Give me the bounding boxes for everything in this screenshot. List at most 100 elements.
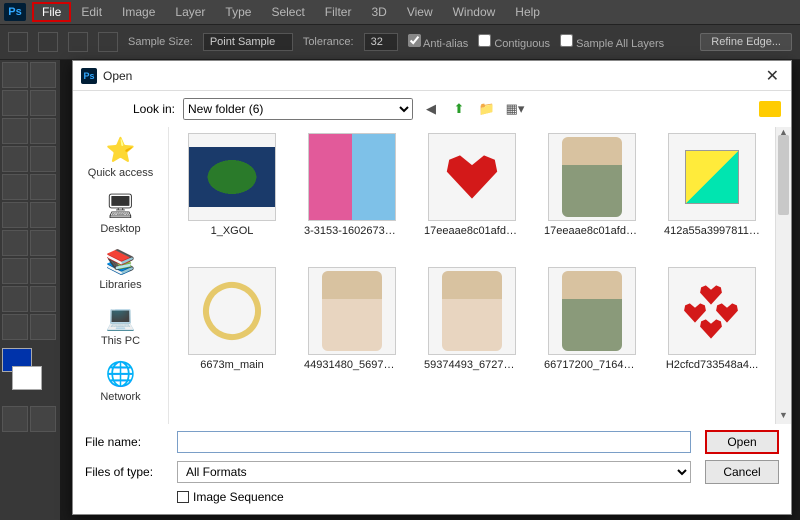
file-thumbnail [308, 267, 396, 355]
background-color[interactable] [12, 366, 42, 390]
file-thumbnail [668, 267, 756, 355]
ps-icon: Ps [81, 68, 97, 84]
pc-icon: 💻 [103, 303, 139, 333]
file-name: 44931480_569706... [304, 359, 400, 371]
tool-button[interactable] [30, 62, 56, 88]
sample-size-label: Sample Size: [128, 36, 193, 48]
tool-button[interactable] [30, 90, 56, 116]
tool-button[interactable] [2, 314, 28, 340]
file-item[interactable]: 66717200_716436... [535, 267, 649, 397]
file-item[interactable]: 17eeaae8c01afd2... [415, 133, 529, 263]
file-item[interactable]: 1_XGOL [175, 133, 289, 263]
up-icon[interactable]: ⬆ [449, 99, 469, 119]
place-libraries[interactable]: 📚Libraries [73, 243, 168, 295]
menu-image[interactable]: Image [112, 2, 165, 22]
file-thumbnail [188, 267, 276, 355]
menu-layer[interactable]: Layer [165, 2, 215, 22]
tool-button[interactable] [30, 202, 56, 228]
close-icon[interactable]: ✕ [762, 66, 783, 86]
tool-button[interactable] [2, 286, 28, 312]
tool-button[interactable] [30, 286, 56, 312]
menu-edit[interactable]: Edit [71, 2, 112, 22]
place-label: Desktop [100, 223, 140, 235]
file-item[interactable]: 44931480_569706... [295, 267, 409, 397]
menu-select[interactable]: Select [261, 2, 314, 22]
menu-view[interactable]: View [397, 2, 443, 22]
app-menubar: Ps FileEditImageLayerTypeSelectFilter3DV… [0, 0, 800, 24]
tool-button[interactable] [2, 174, 28, 200]
open-button[interactable]: Open [705, 430, 779, 454]
menu-3d[interactable]: 3D [361, 2, 396, 22]
lookin-row: Look in: New folder (6) ◀ ⬆ 📁 ▦▾ [73, 91, 791, 127]
filename-label: File name: [85, 435, 177, 449]
filetype-select[interactable]: All Formats [177, 461, 691, 483]
tool-button[interactable] [30, 146, 56, 172]
place-quick-access[interactable]: ⭐Quick access [73, 131, 168, 183]
menu-window[interactable]: Window [443, 2, 506, 22]
refine-edge-button[interactable]: Refine Edge... [700, 33, 792, 51]
sample-all-checkbox[interactable]: Sample All Layers [560, 34, 664, 50]
contiguous-checkbox[interactable]: Contiguous [478, 34, 550, 50]
tool-button[interactable] [30, 406, 56, 432]
file-item[interactable]: 59374493_672706... [415, 267, 529, 397]
filetype-label: Files of type: [85, 465, 177, 479]
new-folder-icon[interactable]: 📁 [477, 99, 497, 119]
places-sidebar: ⭐Quick access 🖥 Desktop 📚Libraries 💻 This PC 🌐… [73, 127, 169, 424]
scroll-handle[interactable] [778, 135, 789, 215]
file-item[interactable]: 412a55a3997811f... [655, 133, 769, 263]
place-label: Quick access [88, 167, 153, 179]
place-desktop[interactable]: 🖥 Desktop [73, 187, 168, 239]
tool-button[interactable] [30, 118, 56, 144]
tool-button[interactable] [30, 174, 56, 200]
back-icon[interactable]: ◀ [421, 99, 441, 119]
tool-button[interactable] [2, 258, 28, 284]
sample-size-select[interactable]: Point Sample [203, 33, 293, 51]
menu-help[interactable]: Help [505, 2, 550, 22]
scroll-down-arrow[interactable]: ▼ [776, 410, 791, 424]
scrollbar[interactable]: ▲ ▼ [775, 127, 791, 424]
menu-filter[interactable]: Filter [315, 2, 362, 22]
menu-file[interactable]: File [32, 2, 71, 22]
tool-button[interactable] [2, 118, 28, 144]
tool-button[interactable] [2, 146, 28, 172]
desktop-icon: 🖥 [103, 191, 139, 221]
file-thumbnail [548, 133, 636, 221]
options-bar: Sample Size: Point Sample Tolerance: 32 … [0, 24, 800, 60]
tool-button[interactable] [30, 230, 56, 256]
tool-button[interactable] [2, 62, 28, 88]
file-item[interactable]: 3-3153-1602673988 [295, 133, 409, 263]
file-name: 412a55a3997811f... [664, 225, 760, 237]
filename-input[interactable] [177, 431, 691, 453]
tool-button[interactable] [2, 202, 28, 228]
tool-button[interactable] [30, 258, 56, 284]
tool-button[interactable] [2, 230, 28, 256]
file-name: 17eeaae8c01afd2... [424, 225, 520, 237]
file-item[interactable]: 17eeaae8c01afd2... [535, 133, 649, 263]
tolerance-label: Tolerance: [303, 36, 354, 48]
tool-button[interactable] [2, 90, 28, 116]
tolerance-input[interactable]: 32 [364, 33, 398, 51]
tool-icon [38, 32, 58, 52]
cancel-button[interactable]: Cancel [705, 460, 779, 484]
file-name: 1_XGOL [211, 225, 254, 237]
camera-icon[interactable] [759, 101, 781, 117]
file-item[interactable]: 6673m_main [175, 267, 289, 397]
antialias-checkbox[interactable]: Anti-alias [408, 34, 469, 50]
file-name: 6673m_main [200, 359, 264, 371]
network-icon: 🌐 [103, 359, 139, 389]
lookin-select[interactable]: New folder (6) [183, 98, 413, 120]
place-this-pc[interactable]: 💻 This PC [73, 299, 168, 351]
open-dialog: Ps Open ✕ Look in: New folder (6) ◀ ⬆ 📁 … [72, 60, 792, 515]
place-label: This PC [101, 335, 140, 347]
file-name: 3-3153-1602673988 [304, 225, 400, 237]
image-sequence-checkbox[interactable] [177, 491, 189, 503]
place-network[interactable]: 🌐Network [73, 355, 168, 407]
dialog-bottom: File name: Open Files of type: All Forma… [73, 424, 791, 514]
file-item[interactable]: H2cfcd733548a4... [655, 267, 769, 397]
view-menu-icon[interactable]: ▦▾ [505, 99, 525, 119]
file-name: 59374493_672706... [424, 359, 520, 371]
tool-button[interactable] [2, 406, 28, 432]
tool-button[interactable] [30, 314, 56, 340]
ps-logo: Ps [4, 3, 26, 21]
menu-type[interactable]: Type [215, 2, 261, 22]
